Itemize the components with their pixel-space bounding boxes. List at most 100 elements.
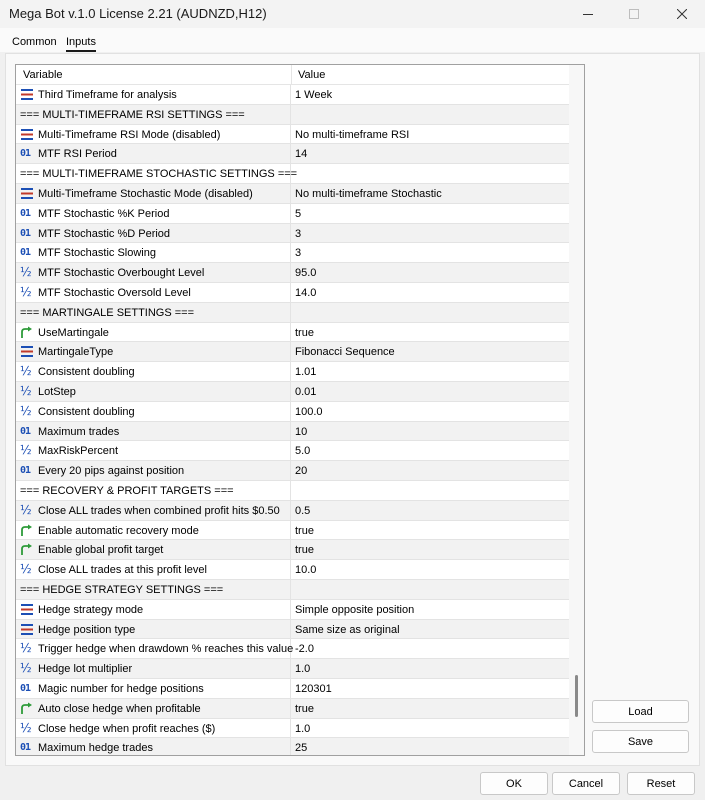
value-cell[interactable]: 1.0 (295, 723, 310, 735)
value-cell[interactable]: 0.01 (295, 386, 316, 398)
value-cell[interactable]: Simple opposite position (295, 604, 414, 616)
value-cell[interactable]: true (295, 544, 314, 556)
save-button[interactable]: Save (592, 730, 689, 753)
window-title: Mega Bot v.1.0 License 2.21 (AUDNZD,H12) (9, 6, 267, 21)
variable-name: === MULTI-TIMEFRAME STOCHASTIC SETTINGS … (20, 168, 298, 181)
value-cell[interactable]: 1.01 (295, 366, 316, 378)
save-button-label: Save (627, 735, 654, 748)
table-row[interactable]: UseMartingale true (16, 322, 569, 343)
minimize-icon[interactable] (565, 0, 611, 28)
vertical-scrollbar[interactable] (569, 65, 584, 755)
scrollbar-thumb[interactable] (575, 675, 578, 717)
value-cell[interactable]: 1 Week (295, 89, 332, 101)
table-row[interactable]: 01 Maximum trades 10 (16, 421, 569, 442)
value-cell[interactable]: true (295, 703, 314, 715)
table-rows: Third Timeframe for analysis 1 Week === MU… (16, 85, 569, 755)
value-cell[interactable]: -2.0 (295, 643, 314, 655)
table-row[interactable]: ½ Consistent doubling 100.0 (16, 401, 569, 422)
variable-name: Close ALL trades at this profit level (38, 564, 207, 577)
table-row[interactable]: Hedge strategy mode Simple opposite posit… (16, 599, 569, 620)
table-row[interactable]: Enable global profit target true (16, 540, 569, 561)
variable-name: Consistent doubling (38, 366, 135, 379)
table-row[interactable]: ½ MaxRiskPercent 5.0 (16, 441, 569, 462)
value-cell[interactable]: 5.0 (295, 445, 310, 457)
table-header: Variable Value (16, 65, 569, 85)
variable-name: Hedge lot multiplier (38, 663, 133, 676)
variable-name: Every 20 pips against position (38, 465, 185, 478)
double-type-icon: ½ (20, 641, 32, 656)
table-row[interactable]: Hedge position type Same size as original (16, 619, 569, 640)
value-cell[interactable]: 25 (295, 742, 307, 754)
table-row[interactable]: 01 Every 20 pips against position 20 (16, 461, 569, 481)
table-row[interactable]: ½ MTF Stochastic Overbought Level 95.0 (16, 263, 569, 283)
value-cell[interactable]: 20 (295, 465, 307, 477)
value-cell[interactable]: 95.0 (295, 267, 316, 279)
table-row[interactable]: Third Timeframe for analysis 1 Week (16, 85, 569, 105)
value-cell[interactable]: true (295, 327, 314, 339)
value-cell[interactable]: 5 (295, 208, 301, 220)
section-header-row[interactable]: === MULTI-TIMEFRAME RSI SETTINGS === (16, 104, 569, 125)
table-row[interactable]: 01 MTF Stochastic Slowing 3 (16, 243, 569, 264)
section-header-row[interactable]: === HEDGE STRATEGY SETTINGS === (16, 579, 569, 600)
table-row[interactable]: Enable automatic recovery mode true (16, 520, 569, 541)
value-cell[interactable]: 120301 (295, 683, 332, 695)
variable-name: === MARTINGALE SETTINGS === (20, 306, 195, 319)
integer-type-icon: 01 (20, 742, 31, 754)
section-header-row[interactable]: === RECOVERY & PROFIT TARGETS === (16, 480, 569, 501)
value-cell[interactable]: No multi-timeframe Stochastic (295, 188, 442, 200)
table-row[interactable]: 01 MTF RSI Period 14 (16, 144, 569, 165)
ok-button[interactable]: OK (480, 772, 548, 795)
table-row[interactable]: ½ Hedge lot multiplier 1.0 (16, 659, 569, 679)
table-row[interactable]: ½ Consistent doubling 1.01 (16, 362, 569, 382)
table-row[interactable]: ½ Close ALL trades when combined profit h… (16, 500, 569, 521)
column-divider[interactable] (291, 65, 292, 85)
integer-type-icon: 01 (20, 207, 31, 219)
close-icon[interactable] (659, 0, 705, 28)
load-button[interactable]: Load (592, 700, 689, 723)
value-cell[interactable]: 1.0 (295, 663, 310, 675)
variable-name: === HEDGE STRATEGY SETTINGS === (20, 583, 224, 596)
table-row[interactable]: 01 Magic number for hedge positions 120301 (16, 678, 569, 699)
reset-button[interactable]: Reset (627, 772, 695, 795)
value-cell[interactable]: true (295, 525, 314, 537)
table-row[interactable]: ½ MTF Stochastic Oversold Level 14.0 (16, 282, 569, 303)
value-cell[interactable]: Same size as original (295, 624, 400, 636)
value-cell[interactable]: 10.0 (295, 564, 316, 576)
table-row[interactable]: ½ Close hedge when profit reaches ($) 1.0 (16, 718, 569, 739)
enum-type-icon (20, 345, 34, 358)
table-row[interactable]: Multi-Timeframe RSI Mode (disabled) No mu… (16, 124, 569, 145)
table-row[interactable]: Auto close hedge when profitable true (16, 698, 569, 719)
table-row[interactable]: MartingaleType Fibonacci Sequence (16, 342, 569, 363)
value-cell[interactable]: 3 (295, 247, 301, 259)
variable-name: === MULTI-TIMEFRAME RSI SETTINGS === (20, 108, 245, 121)
tab-common[interactable]: Common (12, 36, 57, 48)
integer-type-icon: 01 (20, 465, 31, 477)
double-type-icon: ½ (20, 562, 32, 577)
variable-name: UseMartingale (38, 326, 109, 339)
value-cell[interactable]: 0.5 (295, 505, 310, 517)
value-cell[interactable]: Fibonacci Sequence (295, 346, 395, 358)
table-row[interactable]: ½ LotStep 0.01 (16, 381, 569, 402)
table-row[interactable]: 01 MTF Stochastic %K Period 5 (16, 203, 569, 224)
value-cell[interactable]: No multi-timeframe RSI (295, 129, 409, 141)
double-type-icon: ½ (20, 661, 32, 676)
section-header-row[interactable]: === MARTINGALE SETTINGS === (16, 302, 569, 323)
value-cell[interactable]: 14.0 (295, 287, 316, 299)
boolean-type-icon (20, 326, 34, 339)
value-cell[interactable]: 100.0 (295, 406, 323, 418)
value-cell[interactable]: 3 (295, 228, 301, 240)
table-row[interactable]: ½ Trigger hedge when drawdown % reaches t… (16, 639, 569, 660)
table-row[interactable]: Multi-Timeframe Stochastic Mode (disable… (16, 183, 569, 204)
table-row[interactable]: 01 MTF Stochastic %D Period 3 (16, 223, 569, 244)
section-header-row[interactable]: === MULTI-TIMEFRAME STOCHASTIC SETTINGS … (16, 164, 569, 184)
column-header-variable[interactable]: Variable (23, 69, 63, 81)
tab-inputs[interactable]: Inputs (66, 36, 96, 52)
enum-type-icon (20, 623, 34, 636)
value-cell[interactable]: 14 (295, 148, 307, 160)
integer-type-icon: 01 (20, 247, 31, 259)
table-row[interactable]: ½ Close ALL trades at this profit level 10… (16, 560, 569, 580)
column-header-value[interactable]: Value (298, 69, 325, 81)
value-cell[interactable]: 10 (295, 426, 307, 438)
cancel-button[interactable]: Cancel (552, 772, 620, 795)
table-row[interactable]: 01 Maximum hedge trades 25 (16, 738, 569, 755)
